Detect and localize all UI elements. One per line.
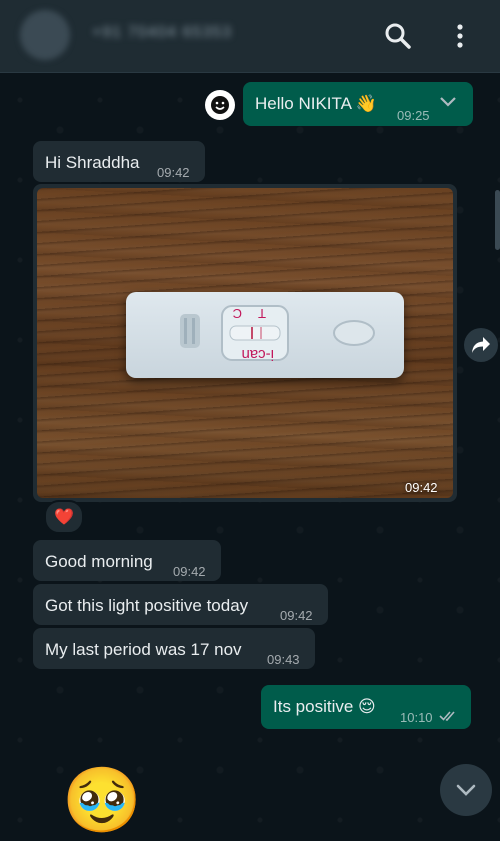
message-bubble[interactable]: Got this light positive today 09:42	[33, 584, 328, 625]
message-time: 09:42	[280, 608, 313, 623]
strip-t-label: T	[258, 306, 266, 321]
double-check-icon	[439, 711, 455, 721]
react-button[interactable]	[205, 90, 235, 120]
message-text: Got this light positive today	[45, 596, 249, 615]
message-text: Its positive 😌	[273, 697, 376, 716]
message-time: 09:42	[157, 165, 190, 180]
contact-name[interactable]: +91 70404 65353	[92, 24, 232, 42]
menu-button[interactable]	[450, 20, 470, 52]
scrollbar[interactable]	[495, 190, 500, 250]
heart-icon: ❤️	[54, 509, 74, 526]
reaction-badge[interactable]: ❤️	[44, 500, 84, 534]
message-text: Hi Shraddha	[45, 153, 140, 172]
message-bubble[interactable]: Its positive 😌 10:10	[261, 685, 471, 729]
search-icon	[385, 23, 411, 49]
message-time: 09:42	[173, 564, 206, 579]
message-text: My last period was 17 nov	[45, 640, 242, 659]
search-button[interactable]	[382, 20, 414, 52]
message-text: Good morning	[45, 552, 153, 571]
emoji-message[interactable]: 🥹	[62, 762, 142, 838]
forward-icon	[472, 337, 490, 353]
chevron-down-icon[interactable]	[439, 96, 457, 108]
strip-brand-label: i-can	[241, 346, 274, 363]
message-time: 10:10	[400, 710, 433, 725]
chat-header: +91 70404 65353	[0, 0, 500, 73]
avatar[interactable]	[20, 10, 70, 60]
forward-button[interactable]	[464, 328, 498, 362]
smiley-icon	[211, 96, 229, 114]
scroll-down-button[interactable]	[440, 764, 492, 816]
message-bubble[interactable]: My last period was 17 nov 09:43	[33, 628, 315, 669]
message-time: 09:43	[267, 652, 300, 667]
scroll-down-icon	[456, 784, 476, 796]
menu-icon	[457, 24, 463, 48]
message-time: 09:42	[405, 480, 438, 495]
message-bubble[interactable]: Hi Shraddha 09:42	[33, 141, 205, 182]
message-bubble[interactable]: Hello NIKITA 👋 09:25	[243, 82, 473, 126]
message-bubble[interactable]: Good morning 09:42	[33, 540, 221, 581]
message-text: Hello NIKITA 👋	[255, 94, 377, 113]
pregnancy-test-strip: C T i-can	[126, 292, 404, 378]
message-time: 09:25	[397, 108, 430, 123]
strip-c-label: C	[233, 306, 242, 321]
